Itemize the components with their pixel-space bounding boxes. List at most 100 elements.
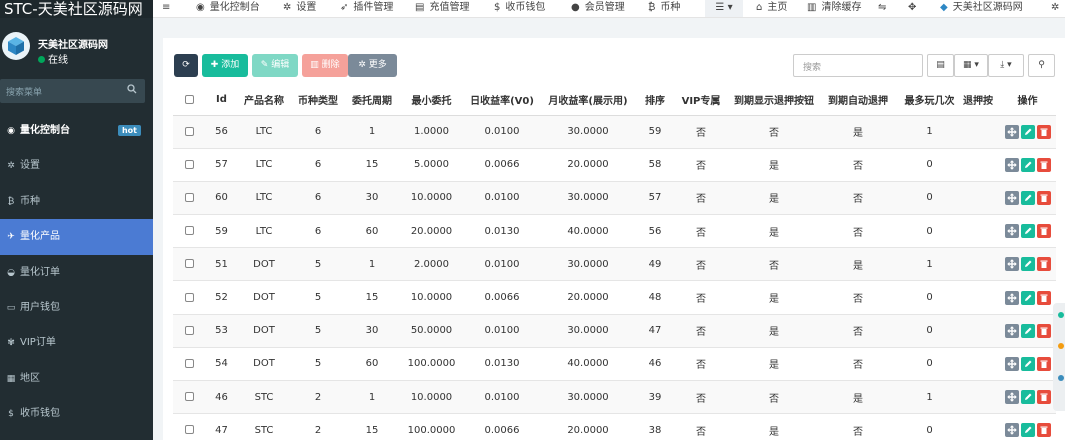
table-row[interactable]: 52 DOT 5 15 10.0000 0.0066 20.0000 48 否是否 0 <box>173 280 1056 315</box>
toggle-view-button[interactable]: ▤ <box>927 54 954 77</box>
gear-icon[interactable]: ✲ <box>1051 0 1059 17</box>
table-cell[interactable]: 是 <box>820 247 896 282</box>
sidebar-item-currency[interactable]: ₿ 币种 <box>0 184 153 219</box>
row-checkbox[interactable] <box>173 280 206 315</box>
table-cell[interactable]: 是 <box>820 380 896 415</box>
table-cell[interactable]: 是 <box>728 181 820 216</box>
edit-button[interactable]: ✎ 编辑 <box>252 54 298 77</box>
table-cell[interactable]: 否 <box>820 314 896 348</box>
drag-handle-button[interactable] <box>1004 124 1019 139</box>
nav-site[interactable]: ◆ 天美社区源码网 <box>940 0 1023 17</box>
drag-handle-button[interactable] <box>1004 356 1019 371</box>
tab-coin-wallet[interactable]: $ 收币钱包 <box>494 0 545 17</box>
row-checkbox[interactable] <box>173 247 206 282</box>
row-checkbox[interactable] <box>173 214 206 249</box>
sidebar-item-quant-orders[interactable]: ◒ 量化订单 <box>0 255 153 290</box>
drag-handle-button[interactable] <box>1004 423 1019 438</box>
row-edit-button[interactable] <box>1020 323 1035 338</box>
delete-button[interactable]: ▥ 删除 <box>302 54 348 77</box>
table-cell[interactable]: 是 <box>728 314 820 348</box>
table-row[interactable]: 51 DOT 5 1 2.0000 0.0100 30.0000 49 否否是 1 <box>173 247 1056 282</box>
sidebar-item-quant-products[interactable]: ✈ 量化产品 <box>0 219 153 255</box>
tab-dashboard[interactable]: ◉ 量化控制台 <box>196 0 260 17</box>
row-checkbox[interactable] <box>173 148 206 182</box>
row-checkbox[interactable] <box>173 115 206 149</box>
sidebar-item-settings[interactable]: ✲ 设置 <box>0 148 153 183</box>
row-edit-button[interactable] <box>1020 190 1035 205</box>
translate-icon[interactable]: ⇋ <box>878 0 886 17</box>
select-all-checkbox[interactable] <box>173 85 206 116</box>
table-row[interactable]: 47 STC 2 15 100.0000 0.0066 20.0000 38 否是否 0 <box>173 413 1056 440</box>
sidebar-item-user-wallet[interactable]: ▭ 用户钱包 <box>0 290 153 325</box>
row-checkbox[interactable] <box>173 347 206 382</box>
column-header[interactable]: 到期自动退押 <box>820 85 896 116</box>
table-row[interactable]: 57 LTC 6 15 5.0000 0.0066 20.0000 58 否是否 0 <box>173 148 1056 182</box>
row-delete-button[interactable] <box>1036 157 1051 172</box>
table-cell[interactable]: 否 <box>820 280 896 315</box>
fullscreen-icon[interactable]: ✥ <box>908 0 916 17</box>
table-cell[interactable]: 否 <box>820 413 896 440</box>
tab-plugins[interactable]: ➶ 插件管理 <box>340 0 393 17</box>
columns-button[interactable]: ▦ ▾ <box>954 54 988 77</box>
row-edit-button[interactable] <box>1020 257 1035 272</box>
table-cell[interactable]: 否 <box>820 347 896 382</box>
table-cell[interactable]: 是 <box>728 280 820 315</box>
tab-list-dropdown[interactable]: ☰ ▾ <box>705 0 743 17</box>
table-row[interactable]: 54 DOT 5 60 100.0000 0.0130 40.0000 46 否是否 0 <box>173 347 1056 382</box>
row-edit-button[interactable] <box>1020 290 1035 305</box>
advanced-search-button[interactable]: ⚲ <box>1028 54 1055 77</box>
sidebar-item-region[interactable]: ▦ 地区 <box>0 361 153 396</box>
tab-recharge[interactable]: ▤ 充值管理 <box>415 0 469 17</box>
table-cell[interactable]: 否 <box>820 148 896 182</box>
table-cell[interactable]: 是 <box>728 214 820 249</box>
table-cell[interactable]: 否 <box>820 181 896 216</box>
row-delete-button[interactable] <box>1036 356 1051 371</box>
sidebar-item-vip-orders[interactable]: ✾ VIP订单 <box>0 325 153 360</box>
nav-clear-cache[interactable]: ▥ 清除缓存 <box>807 0 861 17</box>
column-header[interactable]: Id <box>206 85 237 116</box>
row-edit-button[interactable] <box>1020 157 1035 172</box>
brand-title[interactable]: STC-天美社区源码网 <box>0 0 153 18</box>
drag-handle-button[interactable] <box>1004 257 1019 272</box>
table-cell[interactable]: 是 <box>728 347 820 382</box>
row-delete-button[interactable] <box>1036 124 1051 139</box>
column-header[interactable]: 产品名称 <box>237 85 291 116</box>
floating-side-panel[interactable] <box>1053 303 1065 411</box>
row-delete-button[interactable] <box>1036 190 1051 205</box>
table-cell[interactable]: 否 <box>728 380 820 415</box>
nav-home[interactable]: ⌂ 主页 <box>756 0 787 17</box>
row-delete-button[interactable] <box>1036 323 1051 338</box>
table-cell[interactable]: 否 <box>820 214 896 249</box>
column-header[interactable]: 退押按 <box>963 85 999 116</box>
tab-members[interactable]: ● 会员管理 <box>571 0 625 17</box>
drag-handle-button[interactable] <box>1004 323 1019 338</box>
row-edit-button[interactable] <box>1020 390 1035 405</box>
row-checkbox[interactable] <box>173 380 206 415</box>
row-checkbox[interactable] <box>173 413 206 440</box>
sidebar-item-coin-wallet[interactable]: $ 收币钱包 <box>0 396 153 431</box>
tab-currency[interactable]: ₿ 币种 <box>648 0 680 17</box>
search-input[interactable]: 搜索 <box>793 54 923 77</box>
column-header[interactable]: 币种类型 <box>291 85 345 116</box>
search-icon[interactable] <box>127 84 137 97</box>
row-edit-button[interactable] <box>1020 356 1035 371</box>
drag-handle-button[interactable] <box>1004 390 1019 405</box>
drag-handle-button[interactable] <box>1004 290 1019 305</box>
row-checkbox[interactable] <box>173 181 206 216</box>
table-row[interactable]: 60 LTC 6 30 10.0000 0.0100 30.0000 57 否是否 0 <box>173 181 1056 216</box>
row-delete-button[interactable] <box>1036 290 1051 305</box>
tab-settings[interactable]: ✲ 设置 <box>283 0 316 17</box>
drag-handle-button[interactable] <box>1004 224 1019 239</box>
row-delete-button[interactable] <box>1036 224 1051 239</box>
row-delete-button[interactable] <box>1036 257 1051 272</box>
column-header[interactable]: 排序 <box>636 85 674 116</box>
column-header[interactable]: 月收益率(展示用) <box>540 85 636 116</box>
add-button[interactable]: ✚ 添加 <box>202 54 248 77</box>
table-cell[interactable]: 是 <box>728 413 820 440</box>
drag-handle-button[interactable] <box>1004 157 1019 172</box>
column-header[interactable]: VIP专属 <box>674 85 728 116</box>
column-header[interactable]: 委托周期 <box>345 85 399 116</box>
row-edit-button[interactable] <box>1020 423 1035 438</box>
table-cell[interactable]: 否 <box>728 115 820 149</box>
table-cell[interactable]: 否 <box>728 247 820 282</box>
